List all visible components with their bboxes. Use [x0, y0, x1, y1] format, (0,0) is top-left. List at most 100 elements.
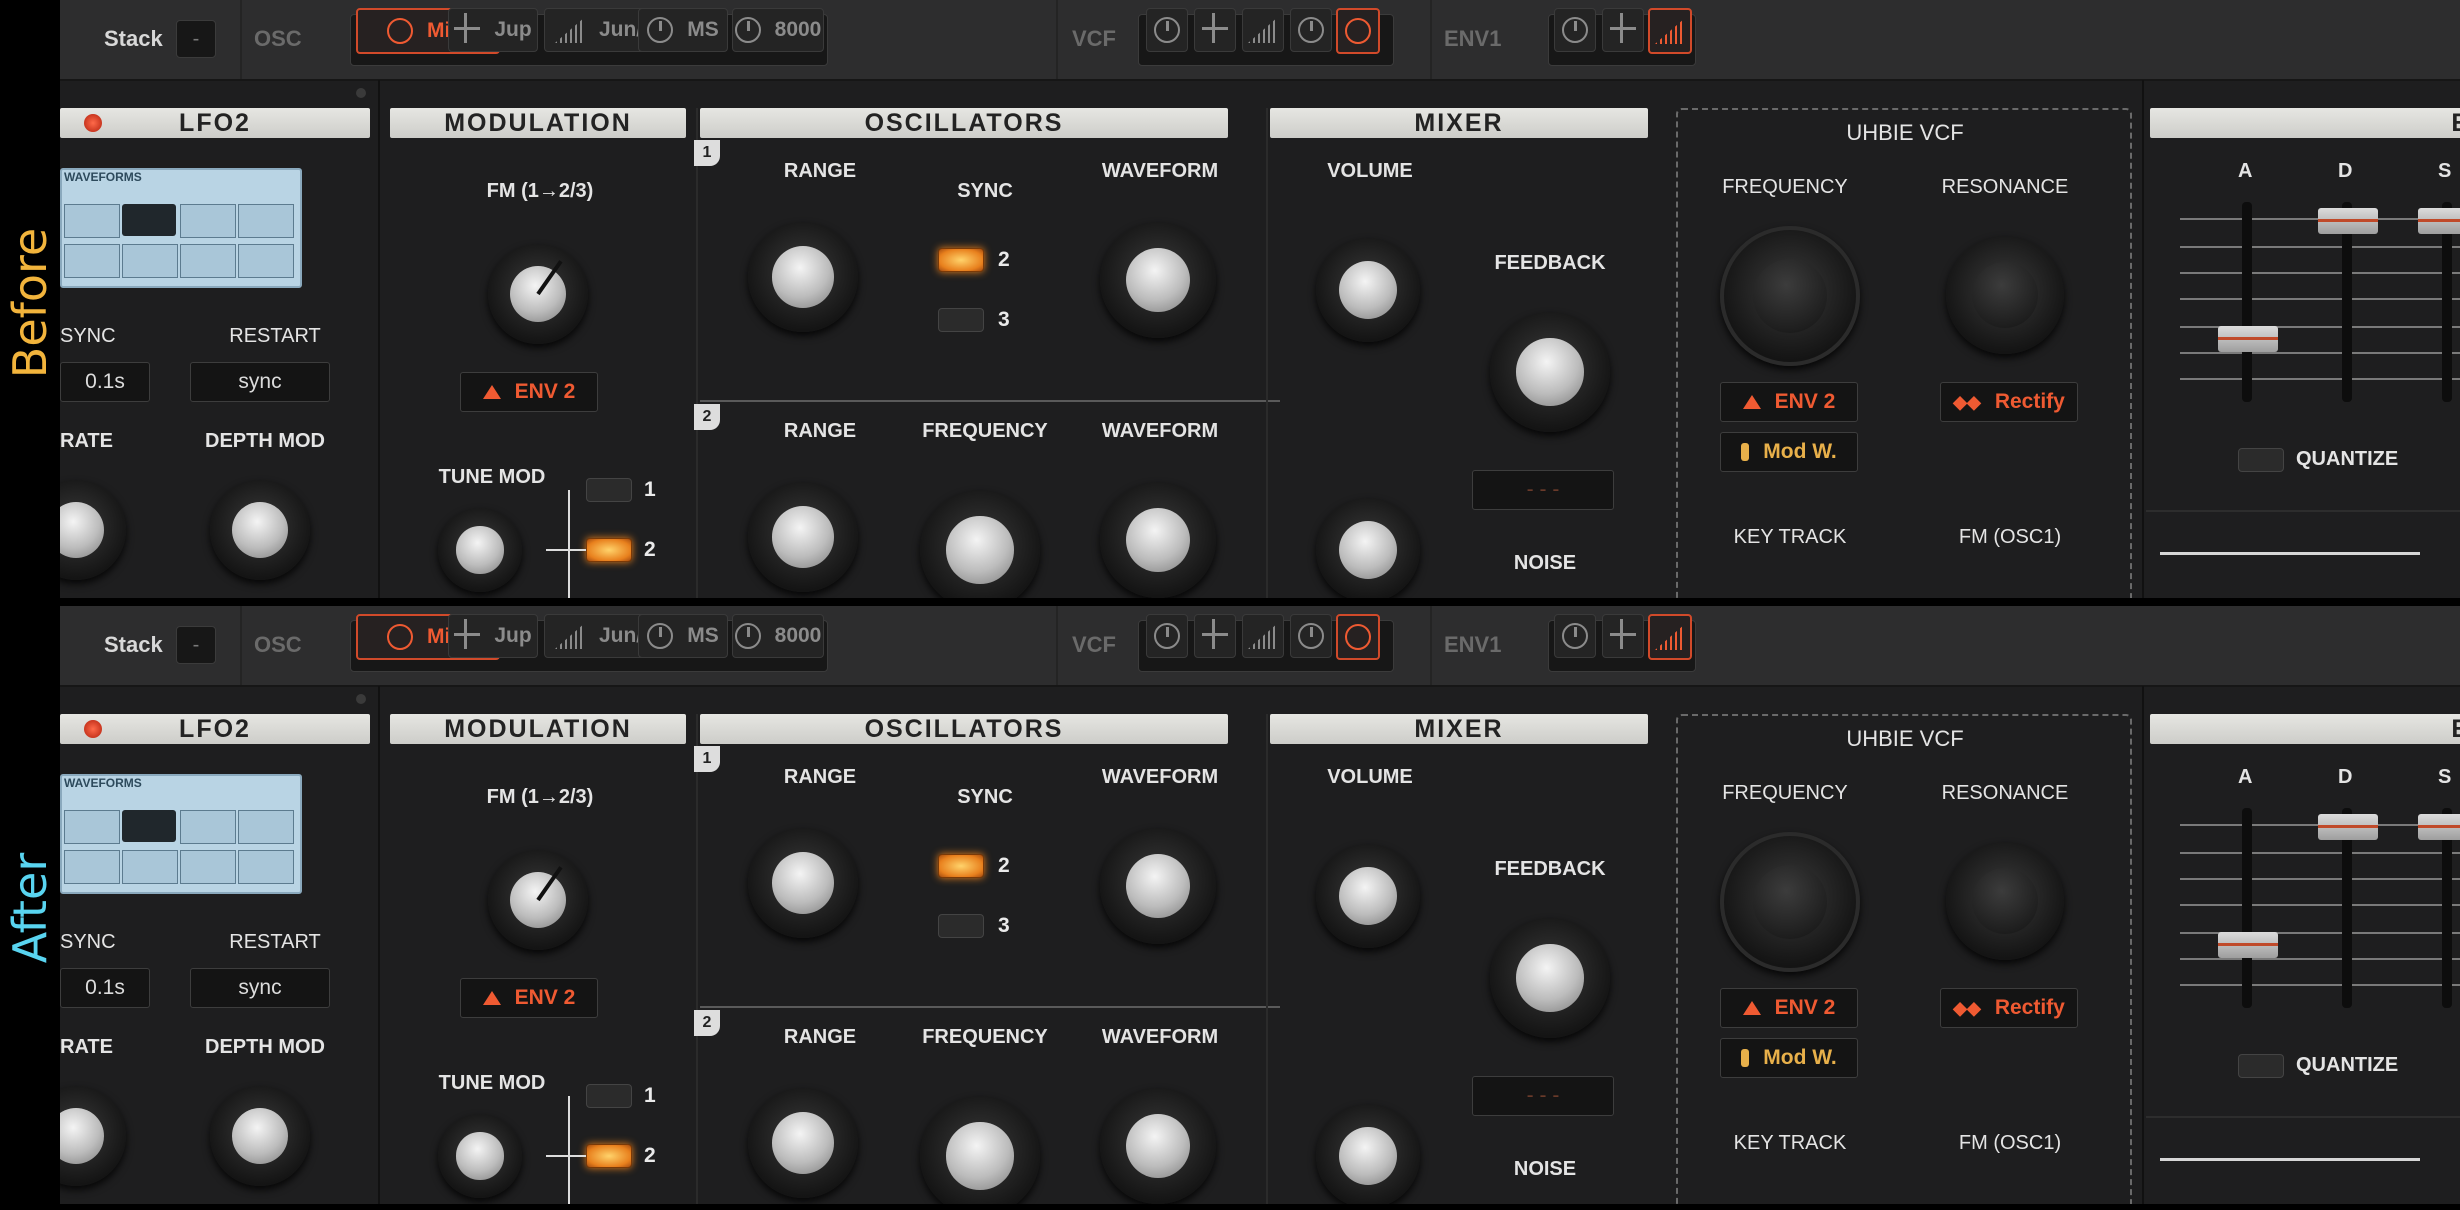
osc2-volume-knob[interactable] [1316, 498, 1420, 598]
mod-env-select[interactable]: ENV 2 [460, 978, 598, 1018]
mod-env-select[interactable]: ENV 2 [460, 372, 598, 412]
vcf-rectify-select[interactable]: ◆◆ Rectify [1940, 382, 2078, 422]
wave-random[interactable] [180, 850, 236, 884]
wave-noise[interactable] [238, 850, 294, 884]
env-model-2-button[interactable] [1602, 8, 1644, 52]
lfo2-restart-select[interactable]: sync [190, 968, 330, 1008]
vcf-env-select[interactable]: ENV 2 [1720, 382, 1858, 422]
osc1-volume-knob[interactable] [1316, 844, 1420, 948]
vcf-model-1-button[interactable] [1146, 8, 1188, 52]
sync-3-switch[interactable] [938, 914, 984, 938]
osc-ms-button[interactable]: MS [638, 614, 728, 658]
env-a-slider[interactable] [2218, 932, 2278, 958]
env-d-slider[interactable] [2318, 814, 2378, 840]
env-model-2-button[interactable] [1602, 614, 1644, 658]
wave-sine[interactable] [64, 810, 120, 844]
vcf-model-4-button[interactable] [1290, 8, 1332, 52]
wave-triangle[interactable] [122, 810, 176, 842]
feedback-knob[interactable] [1490, 312, 1610, 432]
wave-pulse[interactable] [122, 244, 178, 278]
lfo2-rate-knob[interactable] [60, 1086, 126, 1186]
vcf-model-5-button[interactable] [1336, 8, 1380, 54]
env-model-3-button[interactable] [1648, 614, 1692, 660]
env-a-slider[interactable] [2218, 326, 2278, 352]
mixer-display[interactable]: - - - [1472, 470, 1614, 510]
vcf-mod-select[interactable]: Mod W. [1720, 432, 1858, 472]
osc2-waveform-knob[interactable] [1100, 482, 1216, 598]
vcf-model-5-button[interactable] [1336, 614, 1380, 660]
osc-ms-button[interactable]: MS [638, 8, 728, 52]
tune-mod-knob[interactable] [438, 1114, 522, 1198]
vcf-env-select[interactable]: ENV 2 [1720, 988, 1858, 1028]
vcf-model-2-button[interactable] [1194, 614, 1236, 658]
osc2-volume-knob[interactable] [1316, 1104, 1420, 1204]
feedback-knob[interactable] [1490, 918, 1610, 1038]
vcf-mod-select[interactable]: Mod W. [1720, 1038, 1858, 1078]
sync-2-switch[interactable] [938, 854, 984, 878]
tune-mod-knob[interactable] [438, 508, 522, 592]
quantize-switch[interactable] [2238, 448, 2284, 472]
osc2-frequency-knob[interactable] [920, 1096, 1040, 1204]
vcf-resonance-knob[interactable] [1946, 236, 2064, 354]
env-s-slider[interactable] [2418, 208, 2460, 234]
tune-dest-1-switch[interactable] [586, 1084, 632, 1108]
wave-random[interactable] [180, 244, 236, 278]
lfo2-sync-select[interactable]: 0.1s [60, 362, 150, 402]
wave-sine[interactable] [64, 204, 120, 238]
wave-noise[interactable] [238, 244, 294, 278]
quantize-switch[interactable] [2238, 1054, 2284, 1078]
osc2-waveform-knob[interactable] [1100, 1088, 1216, 1204]
lfo2-restart-select[interactable]: sync [190, 362, 330, 402]
osc1-waveform-knob[interactable] [1100, 222, 1216, 338]
tune-dest-2-switch[interactable] [586, 1144, 632, 1168]
wave-square[interactable] [64, 244, 120, 278]
osc-8000-button[interactable]: 8000 [732, 614, 824, 658]
fm-knob[interactable] [488, 850, 588, 950]
osc1-volume-knob[interactable] [1316, 238, 1420, 342]
wave-saw-up[interactable] [180, 204, 236, 238]
env-model-1-button[interactable] [1554, 8, 1596, 52]
wave-saw-up[interactable] [180, 810, 236, 844]
vcf-frequency-knob[interactable] [1720, 832, 1860, 972]
lfo2-active-led[interactable] [84, 720, 102, 738]
env-s-slider[interactable] [2418, 814, 2460, 840]
wave-triangle[interactable] [122, 204, 176, 236]
stack-selector[interactable]: - [176, 626, 216, 664]
tune-dest-1-switch[interactable] [586, 478, 632, 502]
osc2-range-knob[interactable] [748, 482, 858, 592]
lfo2-rate-knob[interactable] [60, 480, 126, 580]
osc-8000-button[interactable]: 8000 [732, 8, 824, 52]
lfo2-depth-mod-knob[interactable] [210, 480, 310, 580]
vcf-resonance-knob[interactable] [1946, 842, 2064, 960]
mixer-display[interactable]: - - - [1472, 1076, 1614, 1116]
tune-dest-2-switch[interactable] [586, 538, 632, 562]
vcf-model-2-button[interactable] [1194, 8, 1236, 52]
wave-saw-down[interactable] [238, 810, 294, 844]
sync-3-switch[interactable] [938, 308, 984, 332]
lfo2-sync-select[interactable]: 0.1s [60, 968, 150, 1008]
osc2-frequency-knob[interactable] [920, 490, 1040, 598]
osc1-range-knob[interactable] [748, 828, 858, 938]
wave-square[interactable] [64, 850, 120, 884]
lfo2-active-led[interactable] [84, 114, 102, 132]
fm-knob[interactable] [488, 244, 588, 344]
vcf-rectify-select[interactable]: ◆◆ Rectify [1940, 988, 2078, 1028]
vcf-model-4-button[interactable] [1290, 614, 1332, 658]
vcf-model-3-button[interactable] [1242, 614, 1284, 658]
vcf-frequency-knob[interactable] [1720, 226, 1860, 366]
stack-selector[interactable]: - [176, 20, 216, 58]
osc1-waveform-knob[interactable] [1100, 828, 1216, 944]
sync-2-switch[interactable] [938, 248, 984, 272]
osc-jup-button[interactable]: Jup [448, 8, 538, 52]
vcf-model-3-button[interactable] [1242, 8, 1284, 52]
wave-pulse[interactable] [122, 850, 178, 884]
env-model-1-button[interactable] [1554, 614, 1596, 658]
osc1-range-knob[interactable] [748, 222, 858, 332]
osc-jup-button[interactable]: Jup [448, 614, 538, 658]
lfo2-depth-mod-knob[interactable] [210, 1086, 310, 1186]
env-model-3-button[interactable] [1648, 8, 1692, 54]
wave-saw-down[interactable] [238, 204, 294, 238]
osc2-range-knob[interactable] [748, 1088, 858, 1198]
env-d-slider[interactable] [2318, 208, 2378, 234]
vcf-model-1-button[interactable] [1146, 614, 1188, 658]
